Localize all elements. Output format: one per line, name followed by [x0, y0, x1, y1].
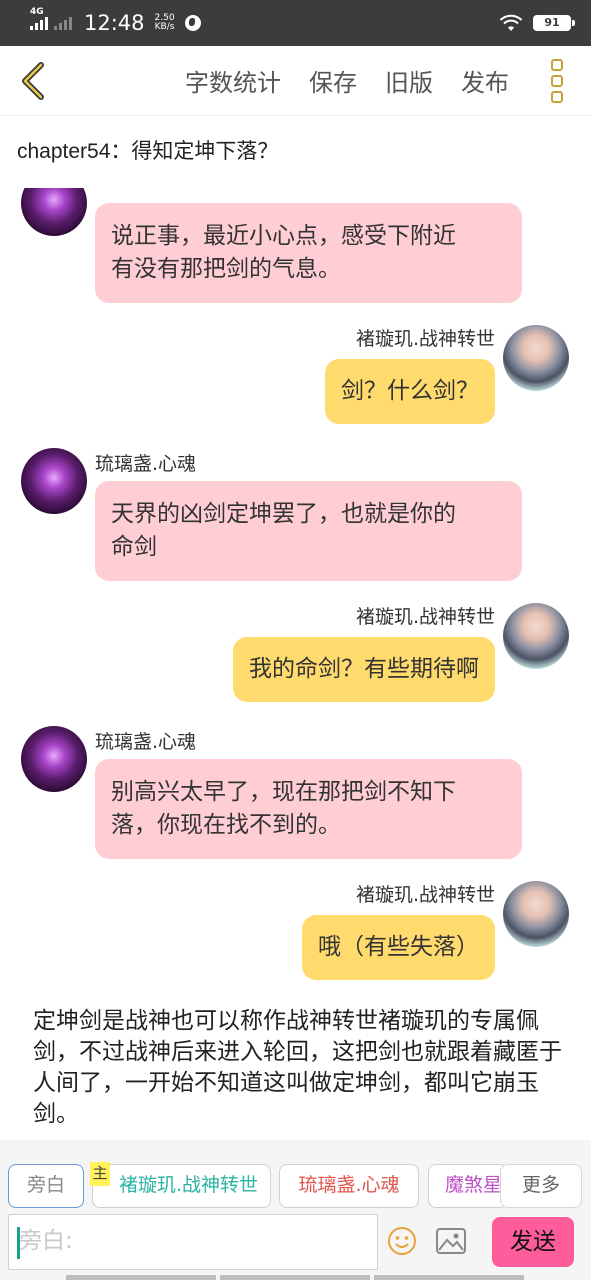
avatar[interactable] — [503, 603, 569, 669]
message-bubble[interactable]: 说正事，最近小心点，感受下附近 有没有那把剑的气息。 — [95, 203, 522, 303]
role-chip-narrator[interactable]: 旁白 — [8, 1164, 84, 1208]
word-count-button[interactable]: 字数统计 — [185, 63, 281, 98]
chat-area[interactable]: 说正事，最近小心点，感受下附近 有没有那把剑的气息。 褚璇玑.战神转世 剑？什么… — [0, 188, 591, 1140]
publish-button[interactable]: 发布 — [461, 63, 509, 98]
message-bubble[interactable]: 我的命剑？有些期待啊 — [233, 637, 495, 702]
home-indicator — [66, 1275, 524, 1280]
more-menu-icon[interactable] — [537, 46, 577, 116]
editor-toolbar: 字数统计 保存 旧版 发布 — [0, 46, 591, 116]
save-button[interactable]: 保存 — [309, 63, 357, 98]
role-selector: 旁白 主 褚璇玑.战神转世 琉璃盏.心魂 魔煞星 更多 — [8, 1162, 591, 1210]
net-speed: 2.50 KB/s — [154, 13, 175, 32]
message-input[interactable]: 旁白: — [8, 1214, 378, 1270]
more-roles-button[interactable]: 更多 — [500, 1164, 582, 1208]
avatar[interactable] — [503, 325, 569, 391]
narration-text[interactable]: 定坤剑是战神也可以称作战神转世褚璇玑的专属佩剑，不过战神后来进入轮回，这把剑也就… — [33, 1006, 563, 1130]
sender-name: 琉璃盏.心魂 — [95, 453, 197, 475]
back-button[interactable] — [2, 46, 62, 116]
image-icon[interactable] — [436, 1228, 466, 1254]
sender-name: 褚璇玑.战神转世 — [355, 328, 495, 350]
status-bar: 4G 12:48 2.50 KB/s 91 — [0, 0, 591, 46]
main-role-badge: 主 — [90, 1162, 110, 1186]
send-button[interactable]: 发送 — [492, 1217, 574, 1267]
role-chip-3[interactable]: 魔煞星 — [428, 1164, 508, 1208]
emoji-icon[interactable] — [387, 1226, 417, 1256]
clock: 12:48 — [84, 11, 145, 35]
chevron-left-icon — [22, 61, 44, 100]
sender-name: 琉璃盏.心魂 — [95, 731, 197, 753]
avatar[interactable] — [21, 448, 87, 514]
avatar[interactable] — [21, 726, 87, 792]
message-bubble[interactable]: 哦（有些失落） — [302, 915, 495, 980]
role-chip-1[interactable]: 褚璇玑.战神转世 — [92, 1164, 271, 1208]
chapter-title[interactable]: chapter54：得知定坤下落？ — [0, 116, 591, 188]
message-bubble[interactable]: 天界的凶剑定坤罢了，也就是你的 命剑 — [95, 481, 522, 581]
composer: 旁白 主 褚璇玑.战神转世 琉璃盏.心魂 魔煞星 更多 旁白: 发送 — [0, 1140, 591, 1280]
avatar[interactable] — [21, 188, 87, 236]
battery-indicator: 91 — [533, 15, 575, 31]
wifi-icon — [499, 14, 523, 31]
message-bubble[interactable]: 别高兴太早了，现在那把剑不知下 落，你现在找不到的。 — [95, 759, 522, 859]
sender-name: 褚璇玑.战神转世 — [355, 884, 495, 906]
old-version-button[interactable]: 旧版 — [385, 63, 433, 98]
avatar[interactable] — [503, 881, 569, 947]
signal-icon — [54, 16, 72, 30]
network-indicator: 4G — [30, 7, 48, 30]
sender-name: 褚璇玑.战神转世 — [355, 606, 495, 628]
role-chip-2[interactable]: 琉璃盏.心魂 — [279, 1164, 419, 1208]
message-bubble[interactable]: 剑？什么剑？ — [325, 359, 495, 424]
globe-icon — [184, 15, 201, 31]
